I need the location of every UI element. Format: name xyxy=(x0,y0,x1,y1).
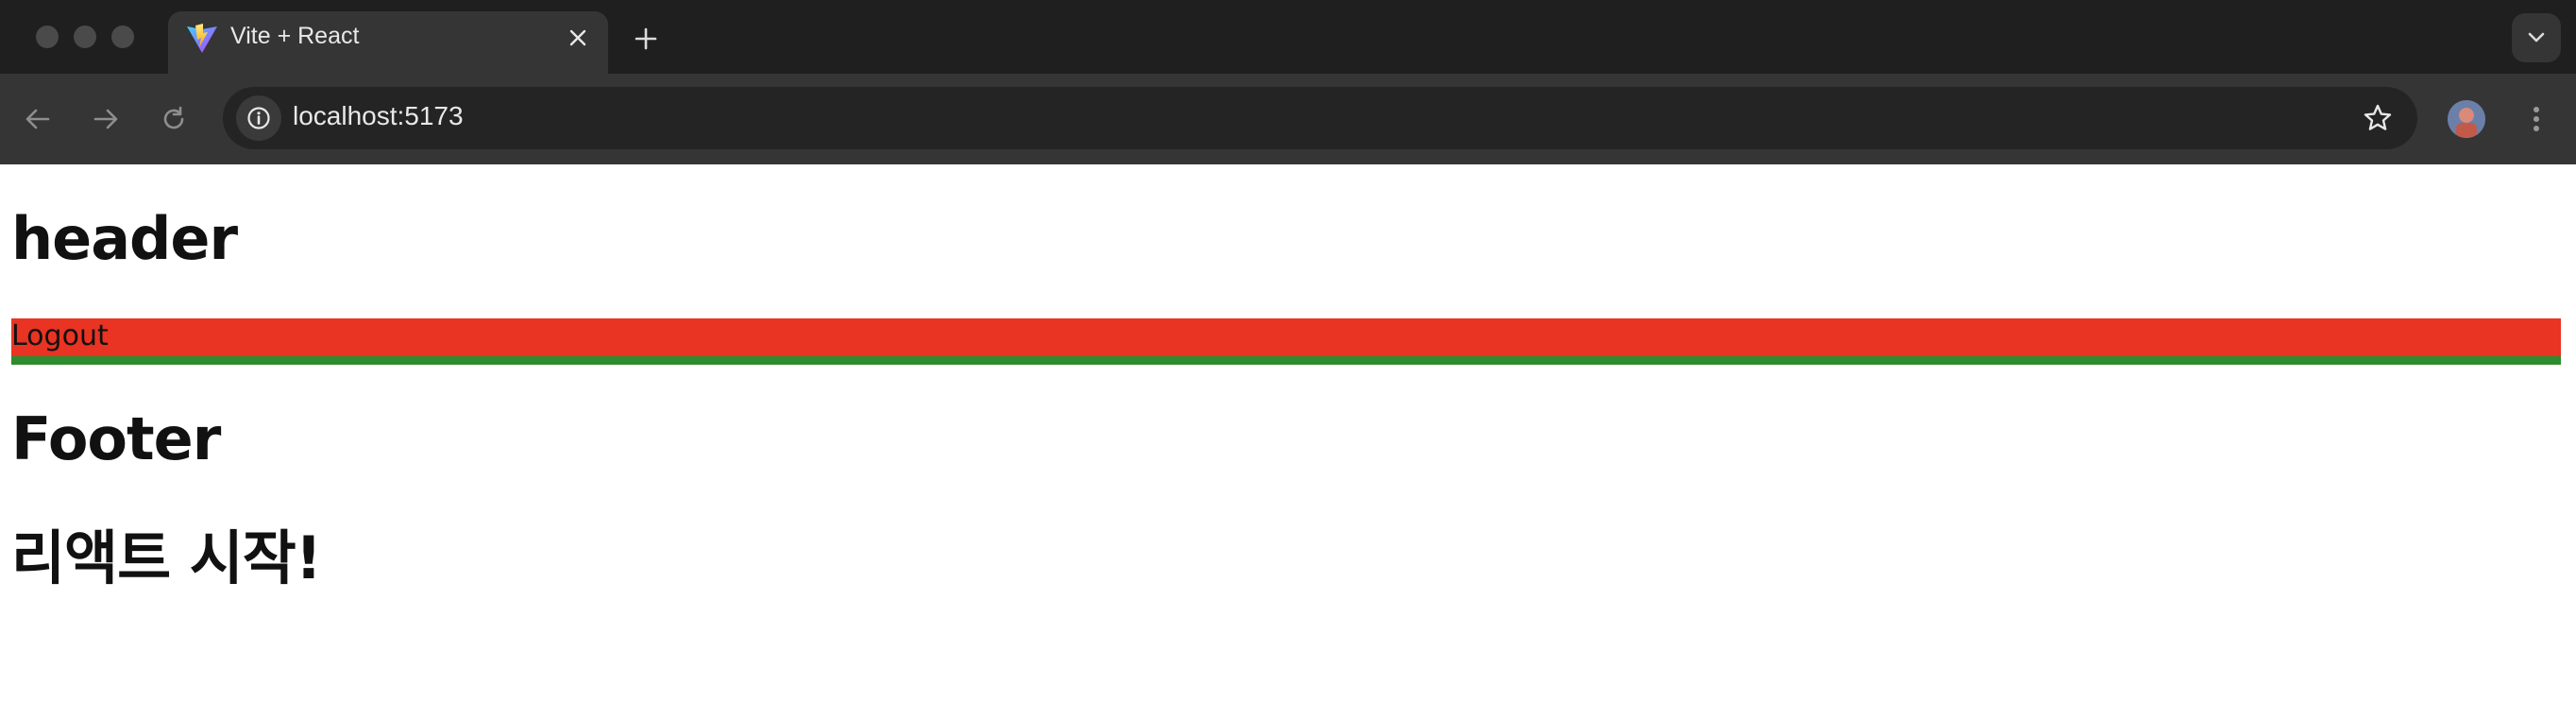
reload-icon[interactable] xyxy=(151,96,196,142)
react-start-title: 리액트 시작! xyxy=(11,523,322,592)
footer-title: Footer xyxy=(11,404,221,473)
plus-icon[interactable] xyxy=(627,20,665,58)
window-minimize-button[interactable] xyxy=(74,26,96,48)
window-maximize-button[interactable] xyxy=(111,26,134,48)
star-icon[interactable] xyxy=(2355,95,2400,141)
tab-title: Vite + React xyxy=(230,23,360,49)
browser-chrome: Vite + React localhost:5173 xyxy=(0,0,2576,164)
browser-tab[interactable]: Vite + React xyxy=(168,11,608,74)
arrow-right-icon[interactable] xyxy=(83,96,128,142)
close-icon[interactable] xyxy=(561,21,595,55)
browser-toolbar: localhost:5173 xyxy=(0,74,2576,164)
address-bar[interactable]: localhost:5173 xyxy=(223,87,2417,149)
logout-bar: Logout xyxy=(11,318,2561,356)
arrow-left-icon[interactable] xyxy=(15,96,60,142)
window-close-button[interactable] xyxy=(36,26,59,48)
kebab-icon[interactable] xyxy=(2514,96,2559,142)
info-icon[interactable] xyxy=(236,95,281,141)
page-content: header Logout Footer 리액트 시작! xyxy=(0,164,2576,720)
header-title: header xyxy=(11,204,238,273)
divider xyxy=(11,356,2561,365)
url-text[interactable]: localhost:5173 xyxy=(293,101,464,131)
logout-button[interactable]: Logout xyxy=(11,319,109,352)
tab-strip: Vite + React xyxy=(0,0,2576,74)
vite-logo-icon xyxy=(187,24,217,53)
chevron-down-icon[interactable] xyxy=(2512,13,2561,62)
avatar[interactable] xyxy=(2448,100,2485,138)
